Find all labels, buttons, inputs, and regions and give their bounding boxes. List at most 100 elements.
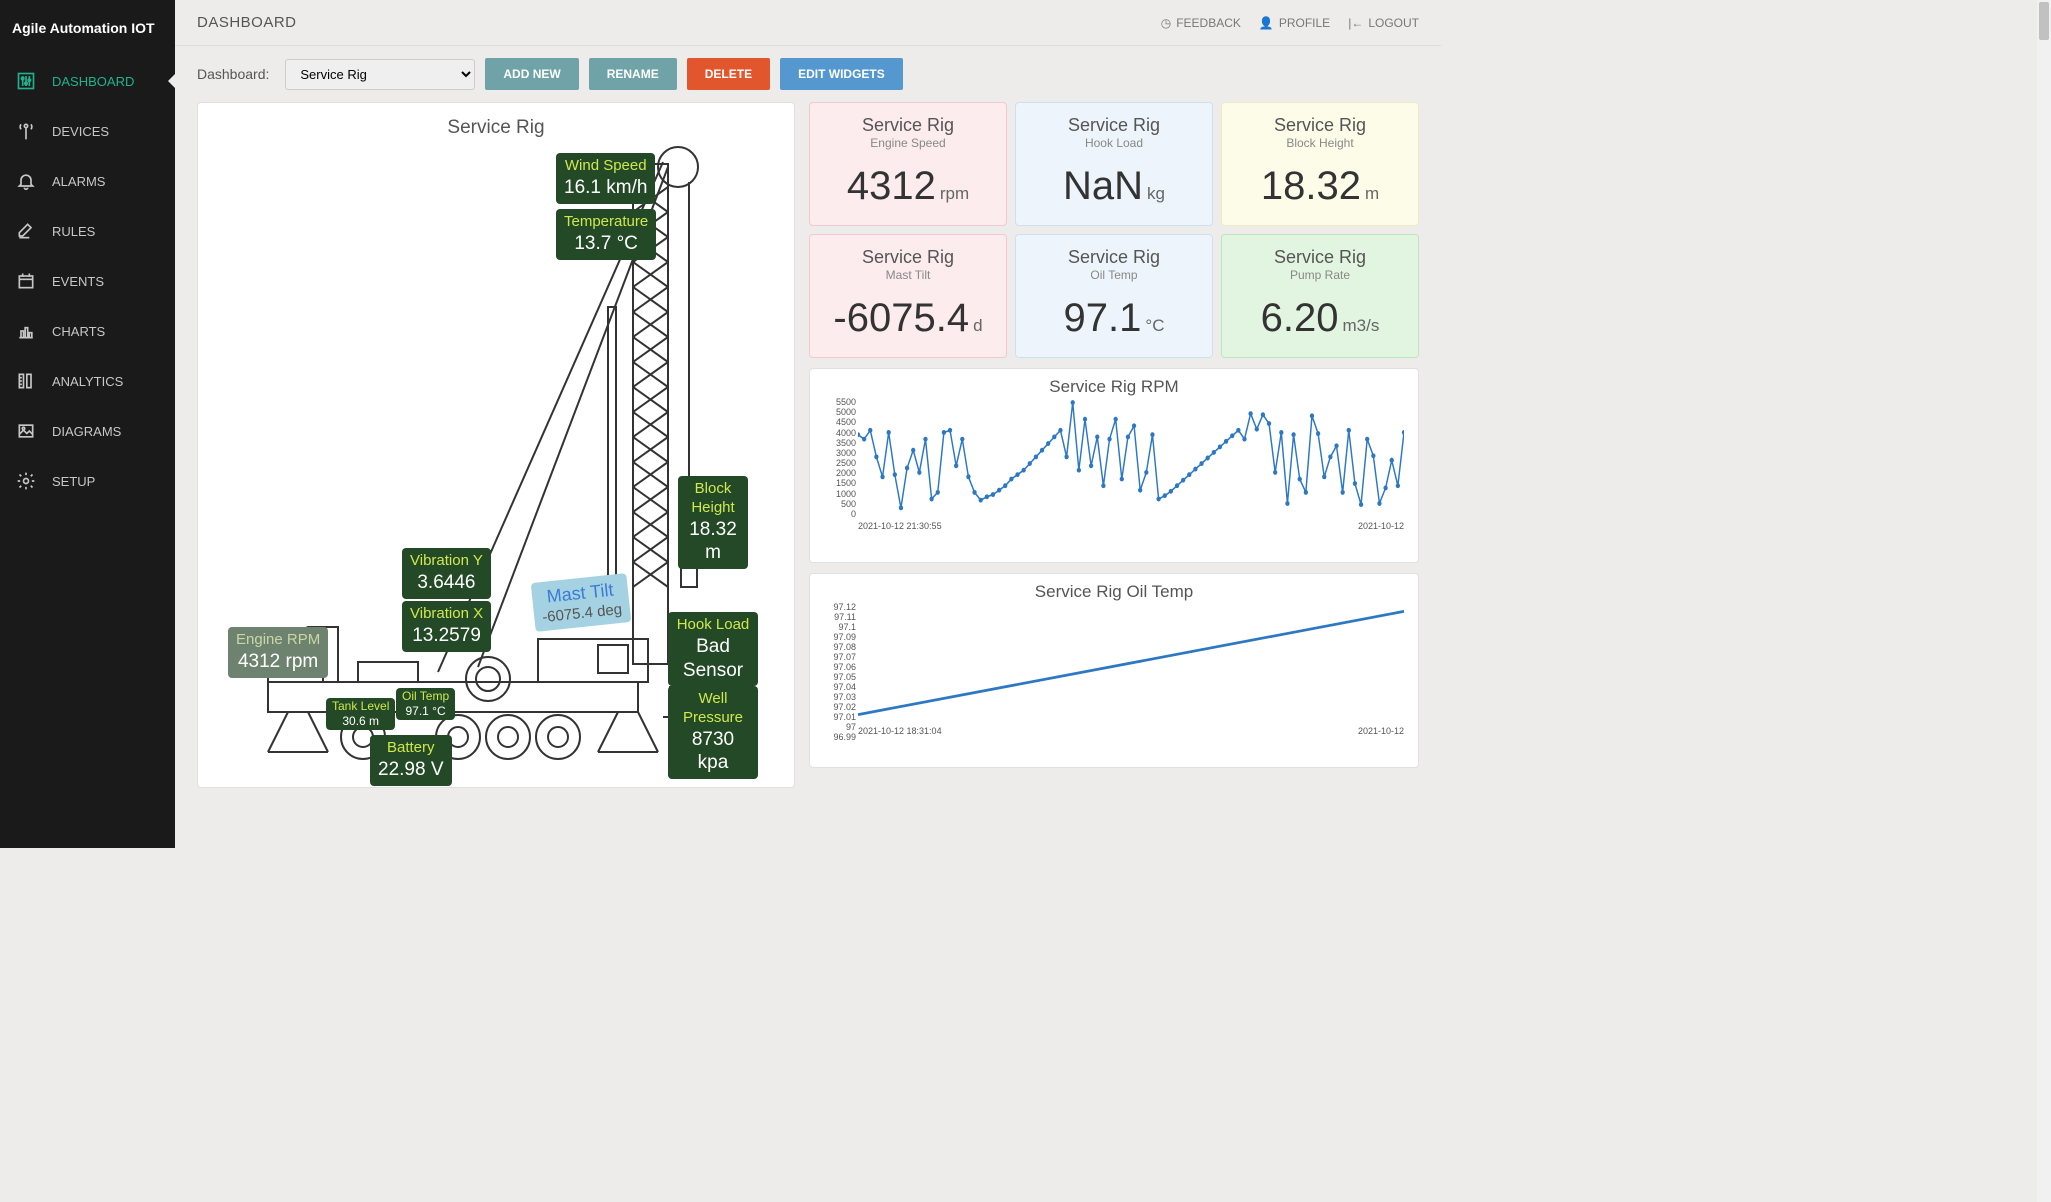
- sidebar-item-charts[interactable]: CHARTS: [0, 306, 175, 356]
- kpi-value: 4312: [847, 164, 936, 208]
- chart-svg: [858, 397, 1404, 519]
- add-new-button[interactable]: ADD NEW: [485, 58, 578, 90]
- tag-battery[interactable]: Battery 22.98 V: [370, 735, 452, 786]
- chart-x-axis: 2021-10-12 18:31:042021-10-12: [858, 726, 1404, 736]
- feedback-link[interactable]: ◷ FEEDBACK: [1161, 16, 1241, 30]
- kpi-unit: m3/s: [1343, 316, 1380, 335]
- kpi-value: 97.1: [1064, 296, 1142, 340]
- tag-oil-temp[interactable]: Oil Temp 97.1 °C: [396, 688, 455, 720]
- chart-y-axis: 5500500045004000350030002500200015001000…: [824, 397, 856, 519]
- nav-label: DIAGRAMS: [52, 424, 121, 439]
- kpi-value: NaN: [1063, 164, 1143, 208]
- toolbar: Dashboard: Service Rig ADD NEW RENAME DE…: [175, 46, 1441, 102]
- tag-label: Well Pressure: [676, 690, 750, 728]
- sidebar-item-events[interactable]: EVENTS: [0, 256, 175, 306]
- tag-wind-speed[interactable]: Wind Speed 16.1 km/h: [556, 153, 655, 204]
- scrollbar[interactable]: [2037, 0, 2051, 1202]
- topbar-right: ◷ FEEDBACK 👤 PROFILE |← LOGOUT: [1161, 16, 1419, 30]
- tag-vibration-x[interactable]: Vibration X 13.2579: [402, 601, 491, 652]
- page-title: DASHBOARD: [197, 14, 297, 31]
- kpi-title: Service Rig: [1026, 247, 1202, 268]
- delete-button[interactable]: DELETE: [687, 58, 770, 90]
- sidebar-item-rules[interactable]: RULES: [0, 206, 175, 256]
- logout-link[interactable]: |← LOGOUT: [1348, 16, 1419, 30]
- kpi-subtitle: Pump Rate: [1232, 268, 1408, 282]
- kpi-value: -6075.4: [833, 296, 969, 340]
- right-column: Service Rig Engine Speed 4312rpmService …: [809, 102, 1419, 834]
- tag-label: Engine RPM: [236, 631, 320, 650]
- tag-engine-rpm[interactable]: Engine RPM 4312 rpm: [228, 627, 328, 678]
- profile-link[interactable]: 👤 PROFILE: [1259, 16, 1330, 30]
- sidebar: Agile Automation IOT DASHBOARD DEVICES ALA…: [0, 0, 175, 848]
- logout-label: LOGOUT: [1368, 16, 1419, 30]
- sidebar-item-devices[interactable]: DEVICES: [0, 106, 175, 156]
- brand: Agile Automation IOT: [0, 0, 175, 56]
- kpi-engine-speed[interactable]: Service Rig Engine Speed 4312rpm: [809, 102, 1007, 226]
- app-root: Agile Automation IOT DASHBOARD DEVICES ALA…: [0, 0, 1441, 848]
- tag-label: Temperature: [564, 213, 648, 232]
- tag-well-pressure[interactable]: Well Pressure 8730 kpa: [668, 686, 758, 779]
- tag-label: Wind Speed: [564, 157, 647, 176]
- kpi-value: 6.20: [1261, 296, 1339, 340]
- tag-tank-level[interactable]: Tank Level 30.6 m: [326, 698, 395, 730]
- kpi-title: Service Rig: [1232, 115, 1408, 136]
- sidebar-item-dashboard[interactable]: DASHBOARD: [0, 56, 175, 106]
- edit-icon: [14, 221, 38, 241]
- kpi-oil-temp[interactable]: Service Rig Oil Temp 97.1°C: [1015, 234, 1213, 358]
- person-icon: 👤: [1259, 16, 1274, 30]
- feedback-label: FEEDBACK: [1176, 16, 1241, 30]
- sidebar-item-setup[interactable]: SETUP: [0, 456, 175, 506]
- chart-title: Service Rig Oil Temp: [824, 582, 1404, 602]
- rename-button[interactable]: RENAME: [589, 58, 677, 90]
- nav-list: DASHBOARD DEVICES ALARMS RULES EVENTS CHARTS A…: [0, 56, 175, 506]
- tag-vibration-y[interactable]: Vibration Y 3.6446: [402, 548, 491, 599]
- kpi-subtitle: Mast Tilt: [820, 268, 996, 282]
- sidebar-item-diagrams[interactable]: DIAGRAMS: [0, 406, 175, 456]
- kpi-title: Service Rig: [820, 115, 996, 136]
- scrollbar-thumb[interactable]: [2039, 2, 2049, 40]
- tag-hook-load[interactable]: Hook Load Bad Sensor: [668, 612, 758, 686]
- main-area: DASHBOARD ◷ FEEDBACK 👤 PROFILE |← LOGOUT…: [175, 0, 1441, 848]
- sidebar-item-analytics[interactable]: ANALYTICS: [0, 356, 175, 406]
- diagram-card: Service Rig: [197, 102, 795, 788]
- tag-value: 8730 kpa: [676, 728, 750, 776]
- tag-label: Tank Level: [332, 699, 389, 714]
- tag-value: 3.6446: [410, 571, 483, 595]
- tag-block-height[interactable]: Block Height 18.32 m: [678, 476, 748, 569]
- nav-label: RULES: [52, 224, 95, 239]
- chart-y-axis: 97.1297.1197.197.0997.0897.0797.0697.059…: [824, 602, 856, 724]
- sidebar-item-alarms[interactable]: ALARMS: [0, 156, 175, 206]
- nav-label: EVENTS: [52, 274, 104, 289]
- kpi-unit: °C: [1145, 316, 1164, 335]
- kpi-subtitle: Engine Speed: [820, 136, 996, 150]
- tag-mast-tilt[interactable]: Mast Tilt -6075.4 deg: [531, 573, 632, 632]
- chart-area: 97.1297.1197.197.0997.0897.0797.0697.059…: [858, 602, 1404, 724]
- nav-label: ANALYTICS: [52, 374, 123, 389]
- chart-x-axis: 2021-10-12 21:30:552021-10-12: [858, 521, 1404, 531]
- image-icon: [14, 421, 38, 441]
- kpi-hook-load[interactable]: Service Rig Hook Load NaNkg: [1015, 102, 1213, 226]
- nav-label: DEVICES: [52, 124, 109, 139]
- kpi-mast-tilt[interactable]: Service Rig Mast Tilt -6075.4d: [809, 234, 1007, 358]
- kpi-pump-rate[interactable]: Service Rig Pump Rate 6.20m3/s: [1221, 234, 1419, 358]
- kpi-unit: kg: [1147, 184, 1165, 203]
- edit-widgets-button[interactable]: EDIT WIDGETS: [780, 58, 903, 90]
- tag-label: Battery: [378, 739, 444, 758]
- tag-temperature[interactable]: Temperature 13.7 °C: [556, 209, 656, 260]
- kpi-block-height[interactable]: Service Rig Block Height 18.32m: [1221, 102, 1419, 226]
- tag-value: 16.1 km/h: [564, 176, 647, 200]
- dashboard-select[interactable]: Service Rig: [285, 59, 475, 90]
- tag-value: 4312 rpm: [236, 650, 320, 674]
- tag-value: 13.7 °C: [564, 232, 648, 256]
- tag-value: Bad Sensor: [676, 635, 750, 683]
- tag-value: 22.98 V: [378, 758, 444, 782]
- tag-value: 13.2579: [410, 624, 483, 648]
- tag-label: Vibration X: [410, 605, 483, 624]
- tag-label: Vibration Y: [410, 552, 483, 571]
- topbar: DASHBOARD ◷ FEEDBACK 👤 PROFILE |← LOGOUT: [175, 0, 1441, 46]
- sliders-icon: [14, 71, 38, 91]
- nav-label: ALARMS: [52, 174, 105, 189]
- bar-icon: [14, 321, 38, 341]
- kpi-title: Service Rig: [820, 247, 996, 268]
- left-column: Service Rig: [197, 102, 795, 834]
